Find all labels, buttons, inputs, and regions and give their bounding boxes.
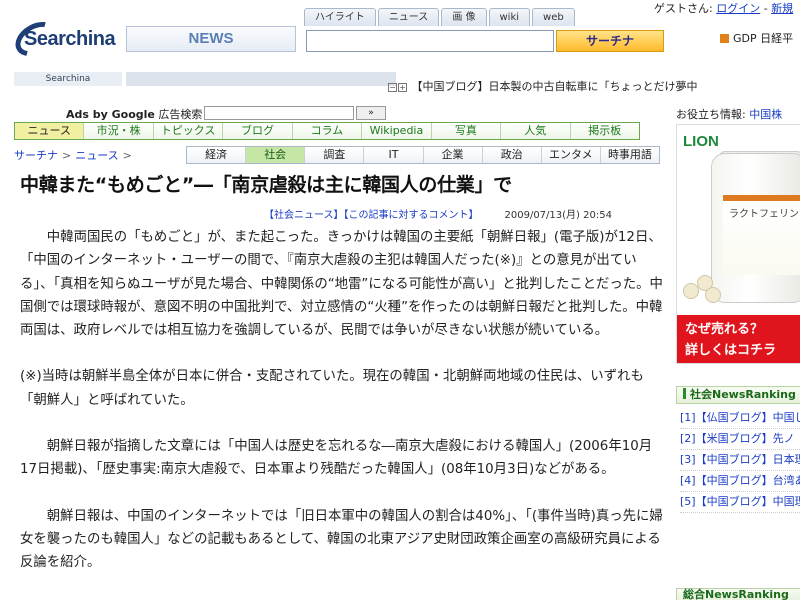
nav-photo[interactable]: 写真	[431, 123, 502, 139]
main-nav: ニュース 市況・株 トピックス ブログ コラム Wikipedia 写真 人気 …	[14, 122, 640, 140]
breadcrumb: サーチナ > ニュース >	[14, 147, 136, 163]
article-date: 2009/07/13(月) 20:54	[504, 210, 612, 221]
ranking-item[interactable]: [4]【中国ブログ】台湾ある(1)	[680, 471, 800, 492]
ad-brand: LION	[683, 133, 719, 150]
searchina-logo[interactable]: Searchina	[9, 15, 122, 66]
ranking-item[interactable]: [5]【中国ブログ】中国理由(2)	[680, 492, 800, 513]
subnav-glossary[interactable]: 時事用語	[600, 147, 659, 163]
ranking-bar-icon	[683, 388, 686, 399]
ads-search-button[interactable]: »	[356, 106, 386, 120]
ad-cta[interactable]: なぜ売れる？ 詳しくはコチラ	[677, 315, 800, 363]
square-bullet-icon	[720, 34, 729, 43]
overall-ranking-header: 総合NewsRanking	[676, 588, 800, 600]
article-paragraph: 朝鮮日報は、中国のインターネットでは「旧日本軍中の韓国人の割合は40%」、「(事…	[20, 508, 663, 571]
subnav-society[interactable]: 社会	[246, 147, 306, 163]
subnav-entertainment[interactable]: エンタメ	[541, 147, 601, 163]
ranking-item[interactable]: [1]【仏国ブログ】中国じた日本の印象	[680, 408, 800, 429]
search-button[interactable]: サーチナ	[556, 30, 664, 52]
ticker-text[interactable]: 【中国ブログ】日本製の中古自転車に「ちょっとだけ夢中	[412, 80, 698, 93]
register-link[interactable]: 新規	[771, 2, 793, 15]
subnav-politics[interactable]: 政治	[482, 147, 542, 163]
ticker-next-icon[interactable]: +	[398, 83, 407, 92]
article-body: 中韓両国民の「もめごと」が、また起こった。きっかけは韓国の主要紙「朝鮮日報」(電…	[20, 226, 664, 598]
gdp-link[interactable]: GDP 日経平	[720, 30, 793, 46]
subnav-economy[interactable]: 経済	[187, 147, 247, 163]
ranking-item[interactable]: [2]【米国ブログ】先ノ	[680, 429, 800, 450]
ranking-item[interactable]: [3]【中国ブログ】日本理由とは	[680, 450, 800, 471]
article-meta: 【社会ニュース】【この記事に対するコメント】 2009/07/13(月) 20:5…	[264, 206, 612, 221]
search-tab-wiki[interactable]: wiki	[488, 8, 531, 26]
subnav-company[interactable]: 企業	[423, 147, 483, 163]
help-label: お役立ち情報:	[676, 108, 746, 121]
breadcrumb-home[interactable]: サーチナ	[14, 149, 58, 162]
breadcrumb-separator-icon: >	[62, 149, 72, 162]
article-category-link[interactable]: 【社会ニュース】	[264, 210, 344, 221]
news-ticker[interactable]: − + 【中国ブログ】日本製の中古自転車に「ちょっとだけ夢中	[388, 78, 698, 94]
nav-popular[interactable]: 人気	[501, 123, 571, 139]
society-ranking: 社会NewsRanking [1]【仏国ブログ】中国じた日本の印象 [2]【米国…	[676, 386, 800, 513]
sub-nav: 経済 社会 調査 IT 企業 政治 エンタメ 時事用語	[186, 146, 660, 164]
search-tab-images[interactable]: 画 像	[441, 8, 487, 26]
ranking-list: [1]【仏国ブログ】中国じた日本の印象 [2]【米国ブログ】先ノ [3]【中国ブ…	[676, 404, 800, 513]
logo-caption: Searchina	[14, 72, 122, 86]
search-tabs: ハイライト ニュース 画 像 wiki web	[304, 8, 575, 26]
article-title: 中韓また“もめごと”―「南京虐殺は主に韓国人の仕業」で	[20, 174, 512, 196]
login-link[interactable]: ログイン	[716, 2, 760, 15]
search-tab-news[interactable]: ニュース	[377, 8, 440, 26]
ad-product-label: ラクトフェリン	[723, 195, 800, 275]
search-input[interactable]	[306, 30, 554, 52]
guest-label: ゲストさん:	[654, 2, 713, 15]
ads-search-label: 広告検索	[158, 108, 203, 121]
search-tab-web[interactable]: web	[532, 8, 575, 26]
logo-text: Searchina	[24, 28, 116, 50]
nav-market[interactable]: 市況・株	[84, 123, 154, 139]
ads-by-google[interactable]: Ads by Google	[66, 108, 155, 121]
article-paragraph: 朝鮮日報が指摘した文章には「中国人は歴史を忘れるな―南京大虐殺における韓国人」(…	[20, 439, 653, 478]
article-comment-link[interactable]: 【この記事に対するコメント】	[344, 210, 479, 221]
ad-cta-line1: なぜ売れる？	[685, 322, 764, 337]
ads-search-input[interactable]	[204, 106, 354, 120]
breadcrumb-news[interactable]: ニュース	[75, 149, 118, 162]
ad-cta-line2: 詳しくはコチラ	[685, 343, 777, 358]
ticker-prev-icon[interactable]: −	[388, 83, 397, 92]
nav-blog[interactable]: ブログ	[223, 123, 293, 139]
pills-icon	[683, 275, 723, 305]
help-link[interactable]: 中国株	[749, 108, 782, 121]
breadcrumb-separator-icon: >	[122, 149, 132, 162]
gdp-text: GDP 日経平	[733, 32, 794, 45]
ads-label-group: Ads by Google 広告検索	[66, 106, 202, 122]
sidebar-ad[interactable]: LION ラクトフェリン なぜ売れる？ 詳しくはコチラ	[676, 124, 800, 364]
nav-news[interactable]: ニュース	[15, 123, 85, 139]
nav-wikipedia[interactable]: Wikipedia	[362, 123, 432, 139]
header-divider	[126, 72, 396, 86]
user-status: ゲストさん: ログイン - 新規	[654, 2, 794, 15]
nav-topics[interactable]: トピックス	[153, 123, 224, 139]
subnav-survey[interactable]: 調査	[305, 147, 365, 163]
search-tab-highlight[interactable]: ハイライト	[304, 8, 376, 26]
article-paragraph: 中韓両国民の「もめごと」が、また起こった。きっかけは韓国の主要紙「朝鮮日報」(電…	[20, 230, 663, 339]
subnav-it[interactable]: IT	[364, 147, 424, 163]
article-note: (※)当時は朝鮮半島全体が日本に併合・支配されていた。現在の韓国・北朝鮮両地域の…	[20, 369, 644, 408]
section-title[interactable]: NEWS	[126, 26, 296, 52]
nav-bbs[interactable]: 掲示板	[570, 123, 639, 139]
nav-column[interactable]: コラム	[292, 123, 363, 139]
ranking-title: 社会NewsRanking	[690, 388, 796, 401]
help-info: お役立ち情報: 中国株	[676, 106, 782, 122]
ranking-header: 社会NewsRanking	[676, 386, 800, 404]
